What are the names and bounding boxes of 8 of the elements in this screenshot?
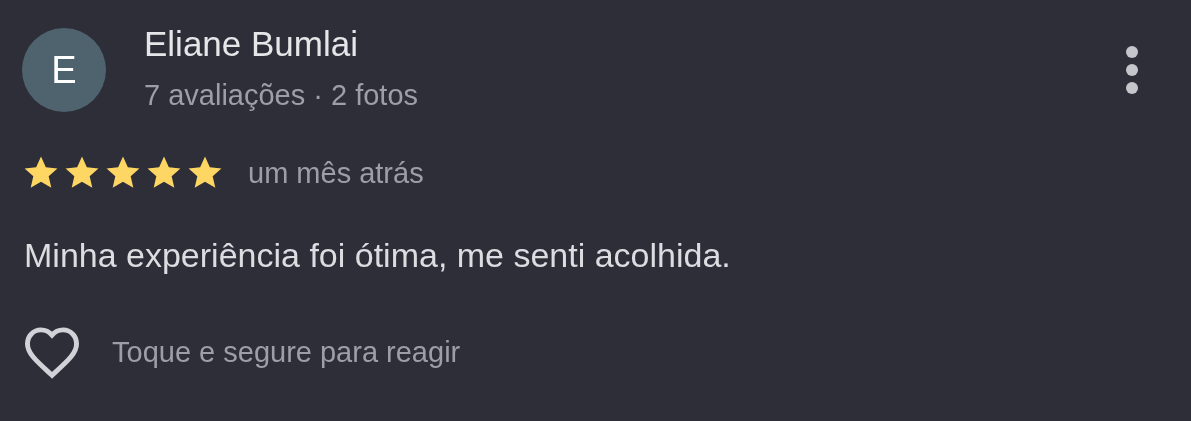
review-time: um mês atrás	[248, 156, 424, 190]
avatar[interactable]: E	[22, 28, 106, 112]
review-text: Minha experiência foi ótima, me senti acolhida.	[24, 235, 732, 276]
react-hint: Toque e segure para reagir	[112, 335, 461, 369]
author-meta: 7 avaliações · 2 fotos	[144, 78, 420, 113]
author-name[interactable]: Eliane Bumlai	[144, 22, 1125, 66]
heart-icon[interactable]	[22, 325, 82, 379]
more-options-icon[interactable]	[1125, 46, 1139, 94]
